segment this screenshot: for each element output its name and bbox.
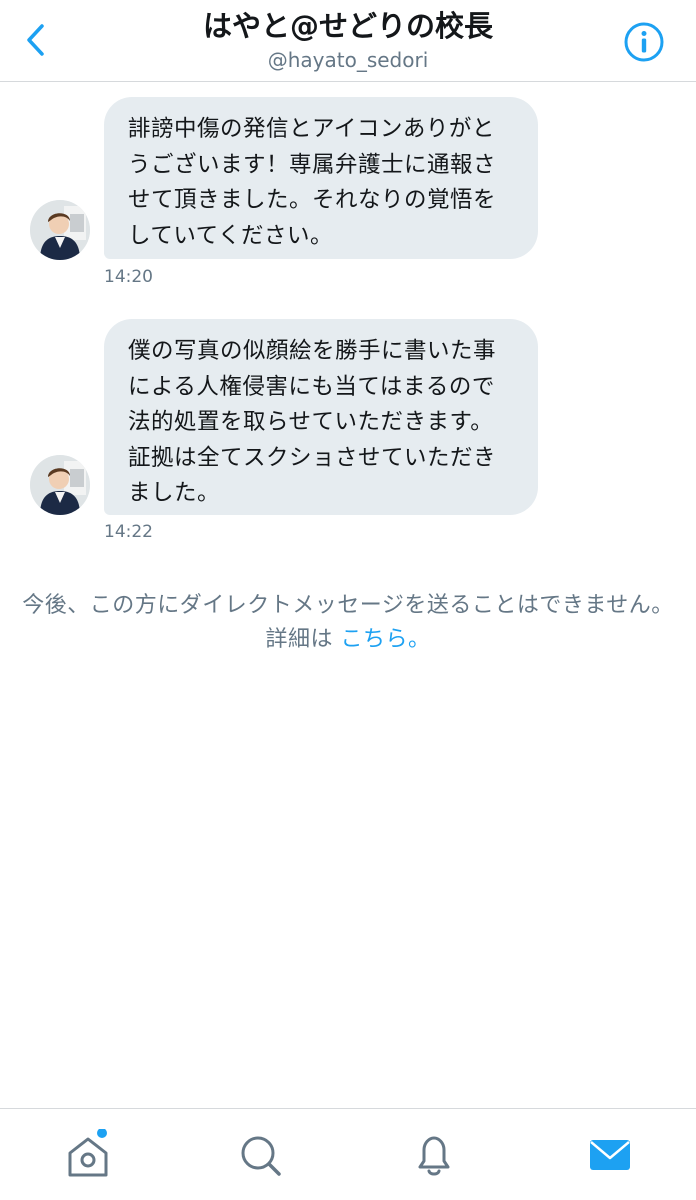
details-link[interactable]: こちら。 [341, 627, 431, 652]
conversation-title: はやと@せどりの校長 [202, 9, 493, 43]
tab-notifications[interactable] [408, 1129, 460, 1181]
avatar[interactable] [30, 455, 90, 515]
tab-home[interactable] [62, 1128, 114, 1181]
message-bubble[interactable]: 僕の写真の似顔絵を勝手に書いた事による人権侵害にも当てはまるので法的処置を取らせ… [104, 319, 538, 515]
blocked-notice: 今後、この方にダイレクトメッセージを送ることはできません。詳細は こちら。 [16, 589, 680, 657]
conversation-handle: @hayato_sedori [267, 48, 429, 72]
tab-messages[interactable] [584, 1129, 636, 1181]
notification-dot [97, 1128, 107, 1138]
bell-icon [418, 1136, 450, 1176]
message-timestamp: 14:20 [104, 267, 153, 287]
info-button[interactable] [622, 20, 666, 64]
avatar[interactable] [30, 200, 90, 260]
message-timestamp: 14:22 [104, 522, 153, 542]
info-icon [624, 22, 664, 62]
message-bubble[interactable]: 誹謗中傷の発信とアイコンありがとうございます！専属弁護士に通報させて頂きました。… [104, 97, 538, 259]
home-icon [68, 1128, 108, 1177]
tab-search[interactable] [234, 1129, 286, 1181]
mail-icon [590, 1140, 630, 1170]
conversation-header: はやと@せどりの校長 @hayato_sedori [0, 0, 696, 82]
search-icon [241, 1136, 281, 1176]
bottom-tab-bar [0, 1108, 696, 1200]
